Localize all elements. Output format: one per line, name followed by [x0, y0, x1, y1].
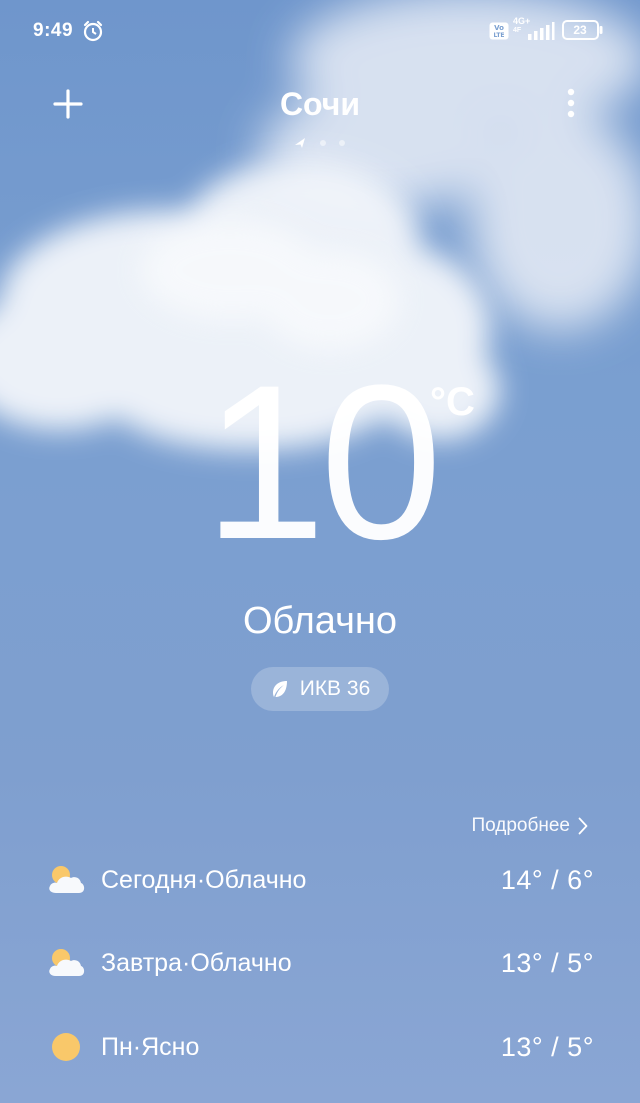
svg-text:LTE: LTE: [493, 32, 504, 39]
partly-cloudy-icon: [49, 866, 85, 893]
forecast-day-temps: 13° / 5°: [500, 1031, 594, 1062]
svg-text:Vo: Vo: [494, 24, 504, 32]
volte-icon: Vo LTE: [489, 22, 509, 40]
status-bar: 9:49 Vo LTE 4G+ 4F 23: [0, 0, 640, 62]
page-dot: [339, 140, 345, 146]
forecast-day-temps: 13° / 5°: [500, 947, 594, 978]
forecast-day-label: Сегодня·Облачно: [101, 865, 307, 894]
city-title: Сочи: [279, 86, 361, 122]
sun-icon: [52, 1033, 80, 1061]
forecast-day-temps: 14° / 6°: [500, 864, 594, 895]
page-dot: [320, 140, 326, 146]
status-time: 9:49: [33, 20, 74, 41]
more-options-button[interactable]: [558, 86, 584, 122]
current-condition: Облачно: [242, 600, 397, 642]
more-details-label: Подробнее: [471, 815, 570, 836]
location-arrow-icon: [295, 138, 305, 148]
chevron-right-icon: [578, 817, 588, 835]
forecast-day-label: Завтра·Облачно: [101, 948, 292, 977]
page-indicator: [295, 138, 345, 148]
current-temperature: 10: [203, 339, 443, 585]
partly-cloudy-icon: [49, 949, 85, 976]
more-details-link[interactable]: Подробнее: [471, 815, 588, 837]
forecast-day-label: Пн·Ясно: [101, 1032, 200, 1061]
forecast-row-monday[interactable]: Пн·Ясно 13° / 5°: [46, 1025, 594, 1069]
aqi-chip[interactable]: ИКВ 36: [251, 667, 389, 711]
leaf-icon: [272, 681, 287, 697]
forecast-row-tomorrow[interactable]: Завтра·Облачно 13° / 5°: [46, 941, 594, 985]
aqi-label: ИКВ 36: [299, 677, 371, 700]
battery-level: 23: [573, 23, 587, 37]
temperature-unit: °C: [430, 380, 475, 424]
signal-icon: [528, 22, 555, 40]
alarm-icon: [83, 20, 103, 42]
forecast-row-today[interactable]: Сегодня·Облачно 14° / 6°: [46, 858, 594, 902]
